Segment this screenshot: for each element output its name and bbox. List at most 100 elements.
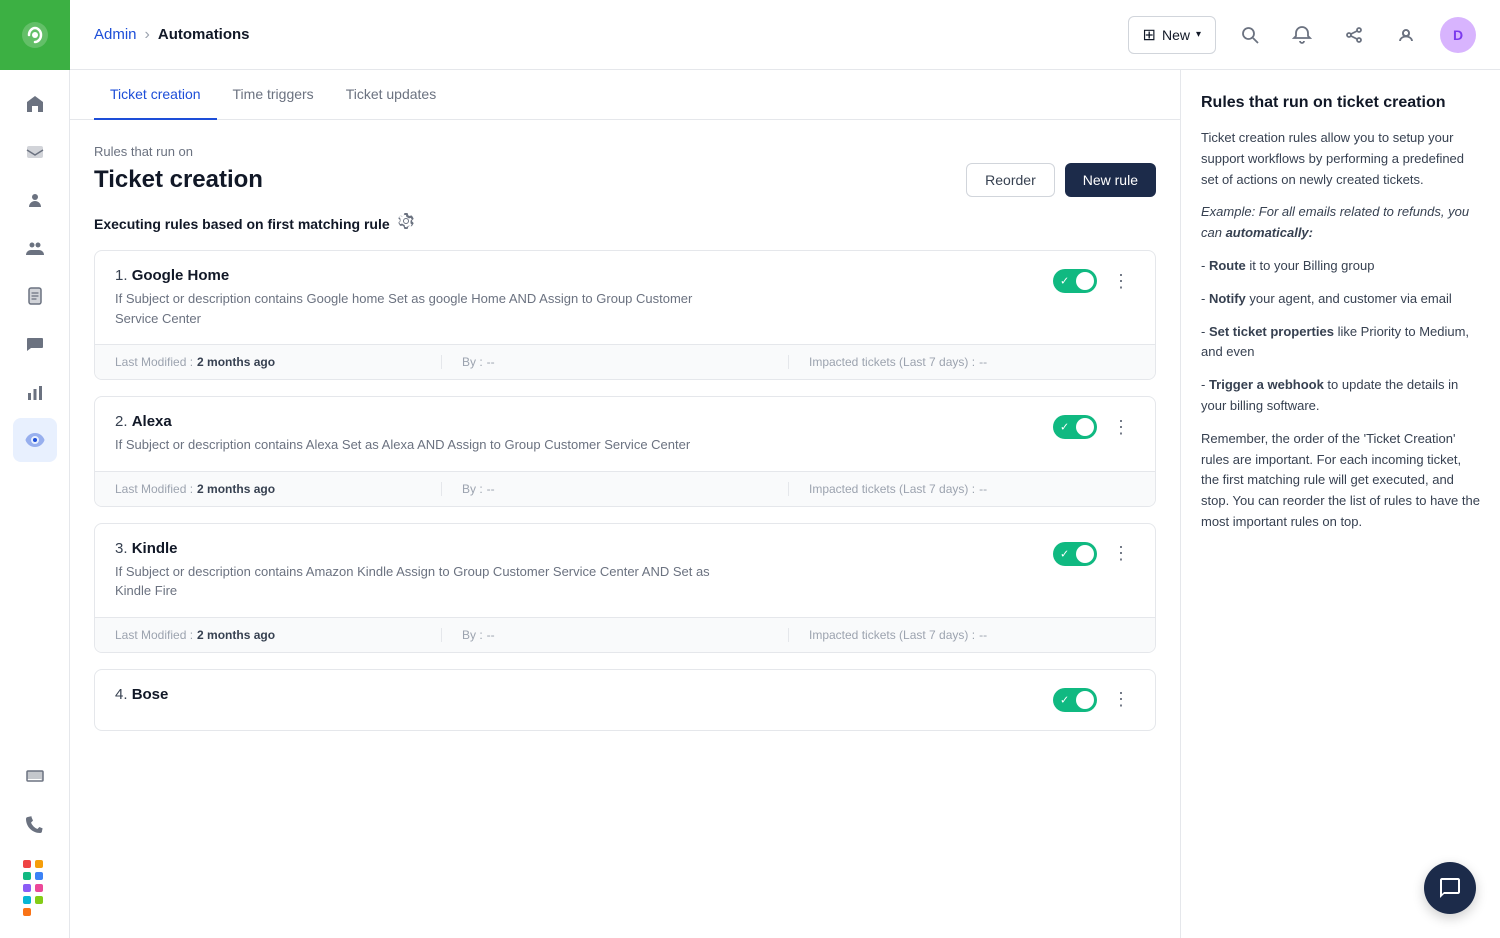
toggle-check-icon-3: ✓: [1060, 547, 1069, 560]
sidebar-item-settings[interactable]: [13, 418, 57, 462]
right-sidebar-example: Example: For all emails related to refun…: [1201, 202, 1480, 244]
avatar[interactable]: D: [1440, 17, 1476, 53]
rule-modified-label-3: Last Modified :: [115, 628, 193, 642]
rule-by-label-1: By :: [462, 355, 483, 369]
sidebar-item-docs[interactable]: [13, 274, 57, 318]
rule-info-3: 3. Kindle If Subject or description cont…: [115, 540, 715, 601]
sidebar-item-home[interactable]: [13, 82, 57, 126]
rule-toggle-4[interactable]: ✓: [1053, 688, 1097, 712]
rule-by-label-3: By :: [462, 628, 483, 642]
rule-content-2: 2. Alexa If Subject or description conta…: [115, 413, 690, 455]
sidebar-item-phone[interactable]: [13, 802, 57, 846]
new-button[interactable]: ⊞ New ▾: [1128, 16, 1216, 54]
bullet1-rest: it to your Billing group: [1246, 258, 1375, 273]
rule-title-1[interactable]: Google Home: [132, 267, 230, 284]
example-bold: automatically:: [1226, 225, 1313, 240]
plus-icon: ⊞: [1143, 25, 1156, 45]
rule-desc-2: If Subject or description contains Alexa…: [115, 435, 690, 455]
sidebar-item-inbox[interactable]: [13, 130, 57, 174]
rule-footer-by-1: By : --: [441, 355, 788, 369]
main-wrapper: Admin › Automations ⊞ New ▾ D: [70, 0, 1500, 938]
sidebar: [0, 0, 70, 938]
bullet3-pre: -: [1201, 324, 1209, 339]
rule-toggle-3[interactable]: ✓: [1053, 542, 1097, 566]
rule-impacted-label-1: Impacted tickets (Last 7 days) :: [809, 355, 975, 369]
bullet4-pre: -: [1201, 377, 1209, 392]
new-rule-button[interactable]: New rule: [1065, 163, 1156, 197]
rule-footer-by-2: By : --: [441, 482, 788, 496]
rule-title-3[interactable]: Kindle: [132, 540, 178, 557]
right-sidebar-bullet3: - Set ticket properties like Priority to…: [1201, 322, 1480, 364]
rule-footer-2: Last Modified : 2 months ago By : -- Imp…: [95, 471, 1155, 506]
chat-bubble[interactable]: [1424, 862, 1476, 914]
new-button-label: New: [1162, 27, 1190, 43]
rule-actions-4: ✓ ⋮: [1053, 686, 1135, 714]
rule-footer-by-3: By : --: [441, 628, 788, 642]
rule-footer-modified-2: Last Modified : 2 months ago: [115, 482, 441, 496]
rule-footer-impacted-2: Impacted tickets (Last 7 days) : --: [788, 482, 1135, 496]
rule-more-button-1[interactable]: ⋮: [1107, 267, 1135, 295]
rule-desc-1: If Subject or description contains Googl…: [115, 289, 715, 328]
integrations-icon[interactable]: [1336, 17, 1372, 53]
sidebar-item-contacts[interactable]: [13, 178, 57, 222]
sidebar-item-chat[interactable]: [13, 322, 57, 366]
search-icon[interactable]: [1232, 17, 1268, 53]
rule-footer-1: Last Modified : 2 months ago By : -- Imp…: [95, 344, 1155, 379]
tab-ticket-creation[interactable]: Ticket creation: [94, 70, 217, 120]
rule-number-1: 1.: [115, 267, 132, 284]
sidebar-item-team[interactable]: [13, 226, 57, 270]
bullet2-pre: -: [1201, 291, 1209, 306]
rule-footer-impacted-3: Impacted tickets (Last 7 days) : --: [788, 628, 1135, 642]
rule-modified-label-1: Last Modified :: [115, 355, 193, 369]
rule-info-2: 2. Alexa If Subject or description conta…: [115, 413, 690, 455]
rule-title-2[interactable]: Alexa: [132, 413, 172, 430]
right-sidebar-bullet2: - Notify your agent, and customer via em…: [1201, 289, 1480, 310]
rule-card-header-1: 1. Google Home If Subject or description…: [95, 251, 1155, 344]
rule-number-3: 3.: [115, 540, 132, 557]
rule-more-button-3[interactable]: ⋮: [1107, 540, 1135, 568]
rule-content-1: 1. Google Home If Subject or description…: [115, 267, 715, 328]
rule-info-1: 1. Google Home If Subject or description…: [115, 267, 715, 328]
rule-footer-impacted-1: Impacted tickets (Last 7 days) : --: [788, 355, 1135, 369]
sidebar-nav: [13, 70, 57, 742]
tabs-bar: Ticket creation Time triggers Ticket upd…: [70, 70, 1180, 120]
rule-impacted-label-3: Impacted tickets (Last 7 days) :: [809, 628, 975, 642]
notify-bold: Notify: [1209, 291, 1246, 306]
rule-impacted-value-3: --: [979, 628, 987, 642]
rule-toggle-1[interactable]: ✓: [1053, 269, 1097, 293]
rule-card-header-3: 3. Kindle If Subject or description cont…: [95, 524, 1155, 617]
bullet1-pre: -: [1201, 258, 1209, 273]
rule-title-4[interactable]: Bose: [132, 686, 169, 703]
reorder-button[interactable]: Reorder: [966, 163, 1055, 197]
rule-more-button-2[interactable]: ⋮: [1107, 413, 1135, 441]
app-logo[interactable]: [0, 0, 70, 70]
rule-card-4: 4. Bose ✓ ⋮: [94, 669, 1156, 731]
rule-more-button-4[interactable]: ⋮: [1107, 686, 1135, 714]
page-subtitle: Rules that run on: [94, 144, 1156, 159]
right-sidebar-bullet4: - Trigger a webhook to update the detail…: [1201, 375, 1480, 417]
page-title: Ticket creation: [94, 166, 263, 194]
rule-toggle-2[interactable]: ✓: [1053, 415, 1097, 439]
sidebar-item-messages[interactable]: [13, 754, 57, 798]
tab-ticket-updates[interactable]: Ticket updates: [330, 70, 453, 120]
sidebar-item-analytics[interactable]: [13, 370, 57, 414]
agent-icon[interactable]: [1388, 17, 1424, 53]
breadcrumb-admin[interactable]: Admin: [94, 26, 137, 43]
rule-footer-modified-1: Last Modified : 2 months ago: [115, 355, 441, 369]
rule-card-2: 2. Alexa If Subject or description conta…: [94, 396, 1156, 507]
right-sidebar-para2: Remember, the order of the 'Ticket Creat…: [1201, 429, 1480, 533]
main-content: Ticket creation Time triggers Ticket upd…: [70, 70, 1180, 938]
toggle-check-icon-1: ✓: [1060, 275, 1069, 288]
gear-icon[interactable]: [398, 213, 414, 234]
toggle-check-icon-4: ✓: [1060, 693, 1069, 706]
rule-number-4: 4.: [115, 686, 132, 703]
tab-time-triggers[interactable]: Time triggers: [217, 70, 330, 120]
notifications-icon[interactable]: [1284, 17, 1320, 53]
rule-by-value-3: --: [487, 628, 495, 642]
page-header: Rules that run on Ticket creation Reorde…: [70, 120, 1180, 213]
app-dots[interactable]: [23, 850, 47, 926]
rule-card-header-2: 2. Alexa If Subject or description conta…: [95, 397, 1155, 471]
rule-by-label-2: By :: [462, 482, 483, 496]
rule-impacted-value-2: --: [979, 482, 987, 496]
rule-card-3: 3. Kindle If Subject or description cont…: [94, 523, 1156, 653]
